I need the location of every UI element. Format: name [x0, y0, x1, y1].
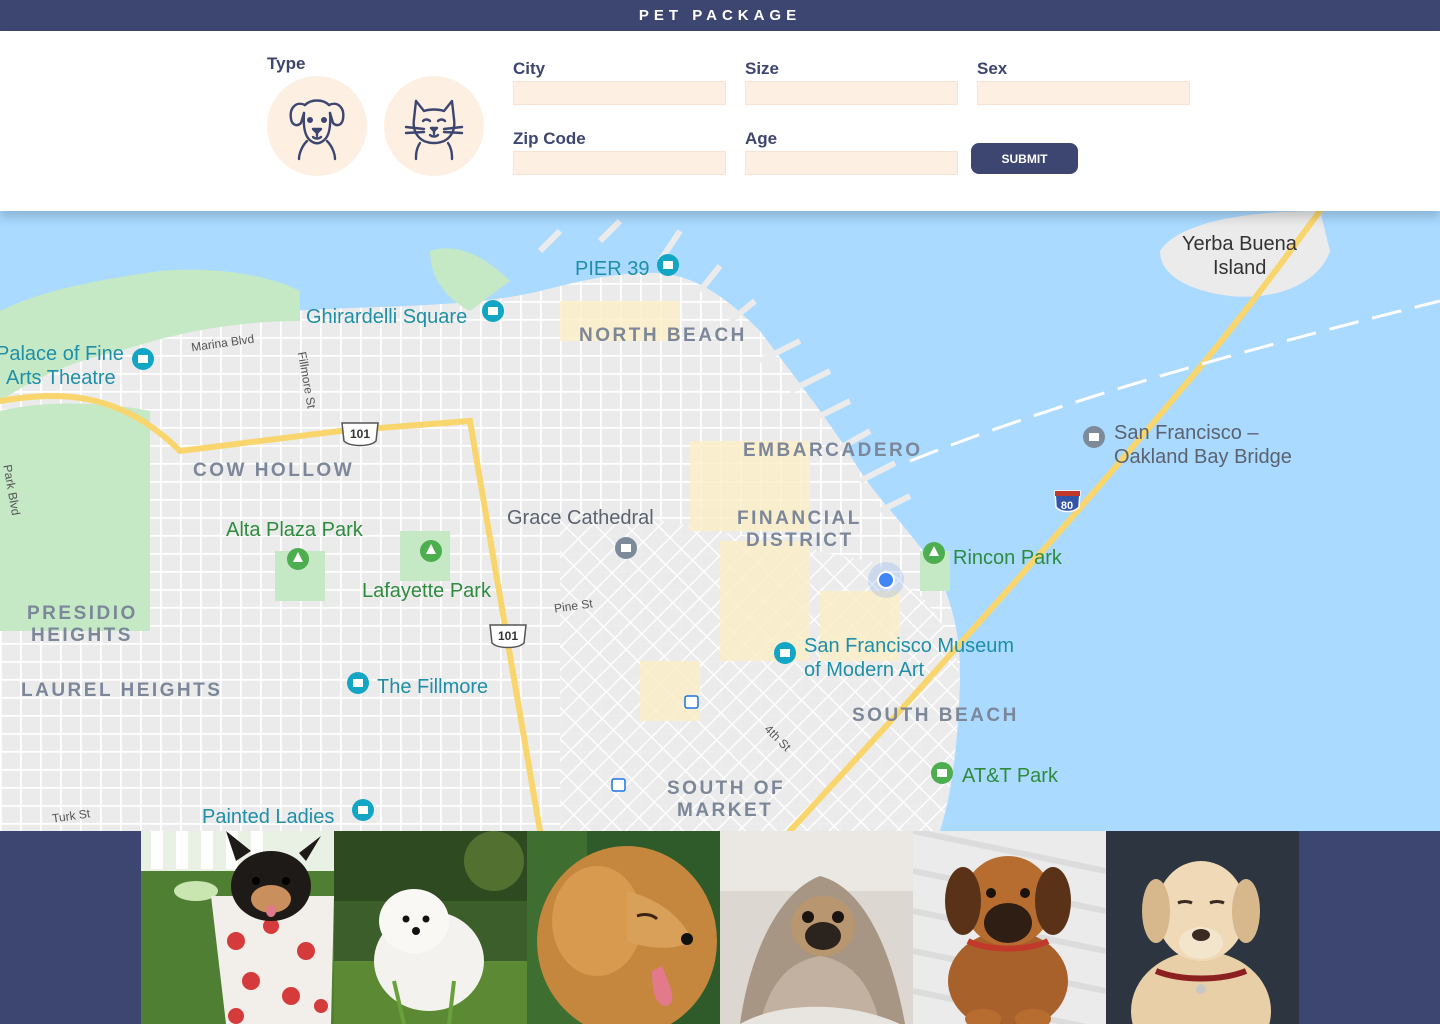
bay-bridge-pin[interactable] — [1083, 426, 1105, 448]
city-input[interactable] — [513, 81, 726, 105]
shield-label-101a: 101 — [350, 427, 370, 441]
age-label: Age — [745, 129, 778, 148]
header-bar: PET PACKAGE — [0, 0, 1440, 31]
place-yerba-1[interactable]: Yerba Buena — [1182, 232, 1297, 256]
sfmoma-pin[interactable] — [774, 642, 796, 664]
pier-39-pin[interactable] — [657, 254, 679, 276]
pet-photo-pug[interactable] — [720, 831, 913, 1024]
highway-101-shield-2: 101 — [489, 624, 527, 649]
district-south-beach: SOUTH BEACH — [852, 705, 1019, 726]
transit-icon — [611, 778, 626, 792]
district-financial-2: DISTRICT — [746, 530, 854, 551]
district-embarcadero: EMBARCADERO — [743, 440, 923, 461]
sex-input[interactable] — [977, 81, 1190, 105]
rincon-pin[interactable] — [923, 542, 945, 564]
size-input[interactable] — [745, 81, 958, 105]
place-sfmoma-1[interactable]: San Francisco Museum — [804, 634, 1014, 658]
painted-ladies-pin[interactable] — [352, 799, 374, 821]
pet-photo-labrador[interactable] — [1106, 831, 1299, 1024]
cat-face-icon — [404, 99, 464, 161]
city-label: City — [513, 59, 546, 78]
submit-button[interactable]: SUBMIT — [971, 143, 1078, 174]
place-bay-bridge-2[interactable]: Oakland Bay Bridge — [1114, 445, 1292, 469]
pet-photo-brown-puppy[interactable] — [913, 831, 1106, 1024]
shield-label-101b: 101 — [498, 629, 518, 643]
pet-photo-chihuahua[interactable] — [141, 831, 334, 1024]
place-pier39[interactable]: PIER 39 — [575, 257, 649, 281]
place-yerba-2[interactable]: Island — [1213, 256, 1266, 280]
place-fillmore[interactable]: The Fillmore — [377, 675, 488, 699]
att-park-pin[interactable] — [931, 762, 953, 784]
grace-cathedral-pin[interactable] — [615, 537, 637, 559]
district-financial-1: FINANCIAL — [737, 508, 862, 529]
highway-101-shield-1: 101 — [341, 422, 379, 447]
place-ghirardelli[interactable]: Ghirardelli Square — [306, 305, 467, 329]
type-dog-button[interactable] — [267, 76, 367, 176]
age-input[interactable] — [745, 151, 958, 175]
place-att-park[interactable]: AT&T Park — [962, 765, 1058, 788]
map-canvas[interactable]: 101 101 80 — [0, 211, 1440, 831]
place-sfmoma-2[interactable]: of Modern Art — [804, 658, 924, 682]
size-label: Size — [745, 59, 780, 78]
ghirardelli-pin[interactable] — [482, 300, 504, 322]
pet-gallery — [0, 831, 1440, 1024]
pet-photo-golden-retriever[interactable] — [527, 831, 720, 1024]
district-soma-2: MARKET — [677, 800, 774, 821]
alta-plaza-pin[interactable] — [287, 548, 309, 570]
district-soma-1: SOUTH OF — [667, 778, 786, 799]
district-north-beach: NORTH BEACH — [579, 325, 747, 346]
place-rincon[interactable]: Rincon Park — [953, 547, 1062, 570]
place-grace[interactable]: Grace Cathedral — [507, 506, 654, 530]
place-painted-ladies[interactable]: Painted Ladies — [202, 805, 334, 829]
map[interactable]: 101 101 80 NORTH BEACH EMBARCADERO FINAN… — [0, 211, 1440, 831]
current-location-marker — [868, 562, 904, 598]
sex-label: Sex — [977, 59, 1008, 78]
transit-icon — [684, 695, 699, 709]
interstate-80-shield: 80 — [1054, 490, 1081, 513]
district-presidio-1: PRESIDIO — [27, 603, 138, 624]
search-form: Type City Size Sex Zip Code Age SUBMIT — [0, 31, 1440, 211]
app-title: PET PACKAGE — [638, 7, 802, 24]
type-cat-button[interactable] — [384, 76, 484, 176]
palace-pin[interactable] — [132, 348, 154, 370]
zip-code-input[interactable] — [513, 151, 726, 175]
shield-label-80: 80 — [1061, 500, 1073, 512]
district-laurel-heights: LAUREL HEIGHTS — [21, 680, 223, 701]
place-alta-plaza[interactable]: Alta Plaza Park — [226, 519, 363, 542]
type-label: Type — [267, 54, 306, 73]
zip-code-label: Zip Code — [513, 129, 586, 148]
place-bay-bridge-1[interactable]: San Francisco – — [1114, 421, 1259, 445]
pet-photo-maltese[interactable] — [334, 831, 527, 1024]
place-palace-1[interactable]: Palace of Fine — [0, 342, 124, 366]
place-palace-2[interactable]: Arts Theatre — [6, 366, 116, 390]
lafayette-pin[interactable] — [420, 540, 442, 562]
fillmore-pin[interactable] — [347, 672, 369, 694]
district-cow-hollow: COW HOLLOW — [193, 460, 355, 481]
district-presidio-2: HEIGHTS — [31, 625, 133, 646]
place-lafayette[interactable]: Lafayette Park — [362, 580, 491, 603]
dog-face-icon — [289, 99, 345, 161]
